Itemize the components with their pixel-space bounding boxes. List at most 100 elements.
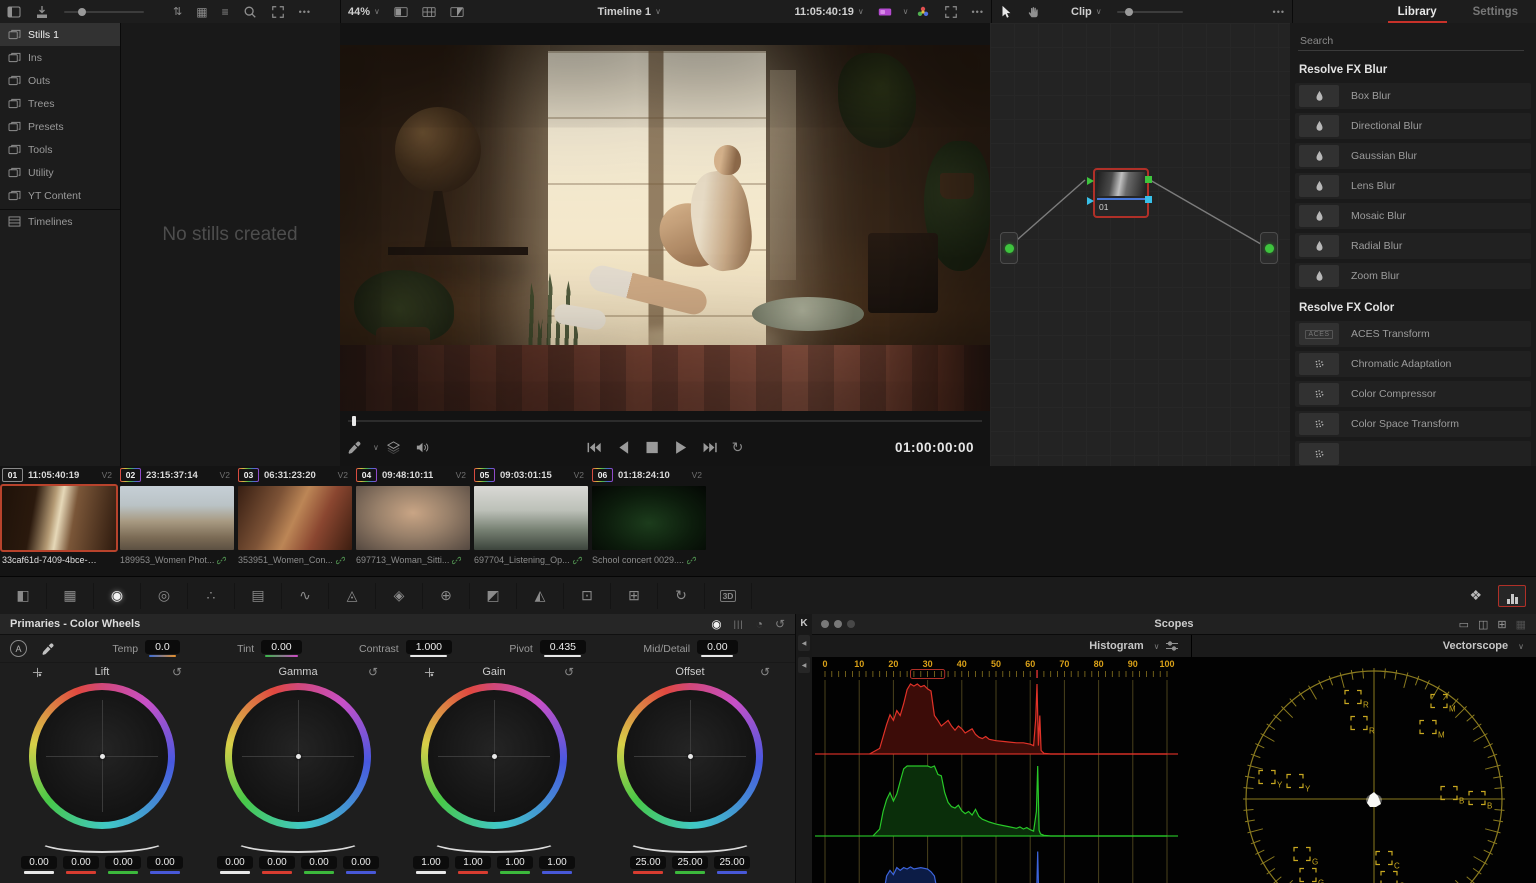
fx-item-gaussian-blur[interactable]: Gaussian Blur xyxy=(1295,143,1531,169)
wheel-value[interactable]: 0.00 xyxy=(343,856,379,869)
stop-icon[interactable] xyxy=(638,440,667,455)
vectorscope-selector[interactable]: Vectorscope ∨ xyxy=(1192,635,1536,657)
sort-icon[interactable]: ⇅ xyxy=(166,0,189,23)
timecode-dropdown[interactable]: 11:05:40:19 ∨ xyxy=(787,0,870,23)
clip-dropdown[interactable]: Clip ∨ xyxy=(1064,0,1109,23)
control-value[interactable]: 0.435 xyxy=(540,640,586,654)
color-wheel[interactable] xyxy=(421,683,567,829)
viewer-video[interactable] xyxy=(340,45,990,411)
playhead[interactable] xyxy=(352,416,356,426)
tab-library[interactable]: Library xyxy=(1380,0,1455,23)
blur-icon[interactable]: ◭ xyxy=(517,583,564,609)
node-key-output[interactable] xyxy=(1145,196,1152,203)
sidebar-item-presets[interactable]: Presets xyxy=(0,115,120,138)
color-wheel[interactable] xyxy=(617,683,763,829)
wheel-indicator[interactable] xyxy=(688,754,693,759)
cursor-tool-icon[interactable] xyxy=(992,0,1020,23)
clip-name[interactable]: School concert 0029.... xyxy=(592,555,710,565)
sidebar-item-yt-content[interactable]: YT Content xyxy=(0,184,120,207)
timeline-dropdown[interactable]: Timeline 1 ∨ xyxy=(590,0,667,23)
control-value[interactable]: 0.0 xyxy=(145,640,180,654)
wheel-value[interactable]: 25.00 xyxy=(672,856,708,869)
sidebar-item-tools[interactable]: Tools xyxy=(0,138,120,161)
clip-number[interactable]: 01 xyxy=(2,468,23,482)
qualifier-icon[interactable]: ◬ xyxy=(329,583,376,609)
wheel-indicator[interactable] xyxy=(492,754,497,759)
clip-number[interactable]: 06 xyxy=(592,468,613,482)
master-wheel[interactable] xyxy=(234,829,362,853)
sidebar-item-ins[interactable]: Ins xyxy=(0,46,120,69)
go-to-start-icon[interactable] xyxy=(580,440,609,455)
more-options-icon[interactable]: ••• xyxy=(292,0,318,23)
audio-mute-icon[interactable] xyxy=(408,440,437,455)
fx-item-color-space-transform[interactable]: Color Space Transform xyxy=(1295,411,1531,437)
sidebar-item-timelines[interactable]: Timelines xyxy=(0,209,120,233)
list-view-icon[interactable]: ≡ xyxy=(215,0,236,23)
collapse-panel-icon[interactable]: ◀ xyxy=(798,635,810,651)
color-wheel[interactable] xyxy=(225,683,371,829)
clip-thumbnail[interactable] xyxy=(356,486,470,550)
fx-badge-icon[interactable] xyxy=(871,0,899,23)
clip-name[interactable]: 353951_Women_Con... xyxy=(238,555,356,565)
wheel-value[interactable]: 25.00 xyxy=(630,856,666,869)
node-zoom-slider[interactable] xyxy=(1117,11,1183,13)
clip-name[interactable]: 697704_Listening_Op... xyxy=(474,555,592,565)
source-node[interactable] xyxy=(1000,232,1018,264)
fx-item-radial-blur[interactable]: Radial Blur xyxy=(1295,233,1531,259)
viewer-scrub-bar[interactable] xyxy=(340,415,990,427)
log-mode-icon[interactable]: ◔ xyxy=(756,617,763,631)
eyedropper-icon[interactable] xyxy=(340,440,369,455)
sidebar-item-stills-1[interactable]: Stills 1 xyxy=(0,23,120,46)
sizing-icon[interactable]: ⊞ xyxy=(611,583,658,609)
white-point-picker-icon[interactable] xyxy=(41,642,55,656)
color-wheel[interactable] xyxy=(29,683,175,829)
stabilizer-icon[interactable]: ↻ xyxy=(658,583,705,609)
stereo-3d-icon[interactable]: 3D xyxy=(705,583,752,609)
grab-still-icon[interactable] xyxy=(28,0,56,23)
clip-thumbnail[interactable] xyxy=(120,486,234,550)
more-options-icon[interactable]: ••• xyxy=(1266,0,1292,23)
expand-viewer-icon[interactable] xyxy=(937,0,965,23)
clip-name[interactable]: 697713_Woman_Sitti... xyxy=(356,555,474,565)
fx-item-chromatic-adaptation[interactable]: Chromatic Adaptation xyxy=(1295,351,1531,377)
thumbnail-view-icon[interactable]: ▦ xyxy=(189,0,214,23)
clip-name[interactable]: 33caf61d-7409-4bce-92... xyxy=(2,555,120,565)
hdr-wheels-icon[interactable]: ◎ xyxy=(141,583,188,609)
go-to-end-icon[interactable] xyxy=(696,440,725,455)
wheel-value[interactable]: 0.00 xyxy=(259,856,295,869)
wheel-value[interactable]: 25.00 xyxy=(714,856,750,869)
histogram-selector[interactable]: Histogram ∨ xyxy=(812,635,1192,657)
sidebar-item-outs[interactable]: Outs xyxy=(0,69,120,92)
node-rgb-output[interactable] xyxy=(1145,176,1152,183)
sidebar-item-utility[interactable]: Utility xyxy=(0,161,120,184)
fx-item-color-compressor[interactable]: Color Compressor xyxy=(1295,381,1531,407)
color-match-icon[interactable]: ▦ xyxy=(47,583,94,609)
reset-icon[interactable]: ↺ xyxy=(368,665,378,679)
search-icon[interactable] xyxy=(236,0,264,23)
clip-name[interactable]: 189953_Women Phot... xyxy=(120,555,238,565)
layout-dual-icon[interactable]: ◫ xyxy=(1478,618,1488,631)
motion-effects-icon[interactable]: ▤ xyxy=(235,583,282,609)
wheel-value[interactable]: 1.00 xyxy=(455,856,491,869)
layout-single-icon[interactable]: ▭ xyxy=(1459,618,1469,631)
clip-thumbnail[interactable] xyxy=(238,486,352,550)
gallery-zoom-slider[interactable] xyxy=(64,11,144,13)
curves-icon[interactable]: ∿ xyxy=(282,583,329,609)
wheel-value[interactable]: 0.00 xyxy=(217,856,253,869)
camera-raw-icon[interactable]: ◧ xyxy=(0,583,47,609)
clip-number[interactable]: 03 xyxy=(238,468,259,482)
wheel-value[interactable]: 0.00 xyxy=(147,856,183,869)
fullscreen-icon[interactable] xyxy=(264,0,292,23)
bars-mode-icon[interactable]: ||| xyxy=(734,619,744,629)
more-options-icon[interactable]: ••• xyxy=(965,0,991,23)
power-window-icon[interactable]: ◈ xyxy=(376,583,423,609)
fx-item-zoom-blur[interactable]: Zoom Blur xyxy=(1295,263,1531,289)
wheels-mode-icon[interactable]: ◉ xyxy=(711,617,721,631)
clip-thumbnail[interactable] xyxy=(474,486,588,550)
fx-item-box-blur[interactable]: Box Blur xyxy=(1295,83,1531,109)
step-back-icon[interactable] xyxy=(609,440,638,455)
split-viewer-icon[interactable] xyxy=(415,0,443,23)
clip-number[interactable]: 05 xyxy=(474,468,495,482)
clip-thumbnail[interactable] xyxy=(592,486,706,550)
play-icon[interactable] xyxy=(667,440,696,455)
